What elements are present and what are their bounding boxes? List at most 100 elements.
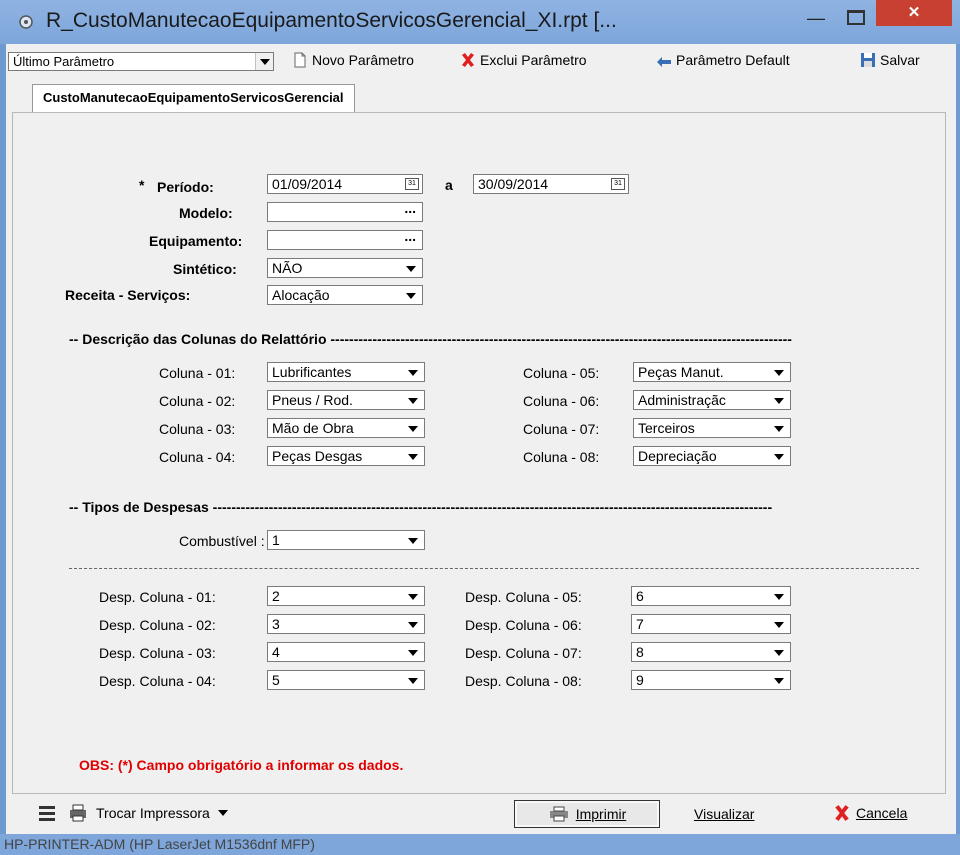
cancel-x-icon <box>835 805 849 821</box>
desp-coluna-03-label: Desp. Coluna - 03: <box>99 645 216 661</box>
combustivel-label: Combustível : <box>179 533 265 549</box>
parameter-select[interactable]: Último Parâmetro <box>8 52 274 71</box>
new-document-icon <box>294 52 306 68</box>
chevron-down-icon[interactable] <box>408 650 418 656</box>
desp-coluna-01-label: Desp. Coluna - 01: <box>99 589 216 605</box>
modelo-label: Modelo: <box>179 205 233 221</box>
modelo-field[interactable]: ... <box>267 200 423 222</box>
coluna-04-value: Peças Desgas <box>272 448 363 464</box>
despesas-section-header: -- Tipos de Despesas -------------------… <box>69 499 773 515</box>
coluna-01-select[interactable]: Lubrificantes <box>267 362 425 382</box>
app-icon <box>19 15 33 29</box>
delete-x-icon <box>462 53 474 67</box>
coluna-07-select[interactable]: Terceiros <box>633 418 791 438</box>
desp-coluna-08-label: Desp. Coluna - 08: <box>465 673 582 689</box>
chevron-down-icon[interactable] <box>774 398 784 404</box>
chevron-down-icon[interactable] <box>774 594 784 600</box>
desp-coluna-02-select[interactable]: 3 <box>267 614 425 634</box>
equipamento-field[interactable]: ... <box>267 228 423 250</box>
coluna-02-select[interactable]: Pneus / Rod. <box>267 390 425 410</box>
desp-coluna-06-label: Desp. Coluna - 06: <box>465 617 582 633</box>
chevron-down-icon[interactable] <box>408 370 418 376</box>
desp-coluna-04-value: 5 <box>272 672 280 688</box>
coluna-07-value: Terceiros <box>638 420 695 436</box>
receita-value: Alocação <box>272 287 330 303</box>
coluna-05-select[interactable]: Peças Manut. <box>633 362 791 382</box>
chevron-down-icon[interactable] <box>774 622 784 628</box>
coluna-05-value: Peças Manut. <box>638 364 724 380</box>
coluna-02-value: Pneus / Rod. <box>272 392 353 408</box>
calendar-icon[interactable]: 31 <box>405 178 419 190</box>
desp-coluna-01-value: 2 <box>272 588 280 604</box>
colunas-section-header: -- Descrição das Colunas do Relattório -… <box>69 331 792 347</box>
combustivel-select[interactable]: 1 <box>267 530 425 550</box>
exclui-parametro-button[interactable]: Exclui Parâmetro <box>460 52 587 68</box>
dialog-window: Último Parâmetro Novo Parâmetro Exclui P… <box>6 44 956 834</box>
calendar-icon[interactable]: 31 <box>611 178 625 190</box>
coluna-03-value: Mão de Obra <box>272 420 354 436</box>
chevron-down-icon[interactable] <box>408 426 418 432</box>
desp-coluna-05-select[interactable]: 6 <box>631 586 791 606</box>
desp-coluna-03-select[interactable]: 4 <box>267 642 425 662</box>
novo-parametro-button[interactable]: Novo Parâmetro <box>292 52 414 68</box>
desp-coluna-01-select[interactable]: 2 <box>267 586 425 606</box>
chevron-down-icon[interactable] <box>217 810 228 816</box>
chevron-down-icon[interactable] <box>406 293 416 299</box>
coluna-04-select[interactable]: Peças Desgas <box>267 446 425 466</box>
parametro-default-button[interactable]: Parâmetro Default <box>656 52 790 68</box>
desp-coluna-08-value: 9 <box>636 672 644 688</box>
cancela-button[interactable]: Cancela <box>832 804 907 822</box>
bottom-bar: Trocar Impressora Imprimir Visualizar Ca… <box>6 796 956 834</box>
chevron-down-icon[interactable] <box>255 53 273 70</box>
salvar-button[interactable]: Salvar <box>860 52 920 68</box>
minimize-button[interactable]: — <box>796 8 836 34</box>
chevron-down-icon[interactable] <box>408 622 418 628</box>
coluna-08-select[interactable]: Depreciação <box>633 446 791 466</box>
chevron-down-icon[interactable] <box>408 538 418 544</box>
desp-coluna-06-value: 7 <box>636 616 644 632</box>
maximize-icon <box>847 10 865 25</box>
sintetico-select[interactable]: NÃO <box>267 258 423 278</box>
periodo-label: Período: <box>157 179 214 195</box>
chevron-down-icon[interactable] <box>774 370 784 376</box>
visualizar-button[interactable]: Visualizar <box>694 806 754 822</box>
desp-coluna-06-select[interactable]: 7 <box>631 614 791 634</box>
maximize-button[interactable] <box>846 4 866 30</box>
equipamento-label: Equipamento: <box>149 233 243 249</box>
desp-coluna-05-label: Desp. Coluna - 05: <box>465 589 582 605</box>
chevron-down-icon[interactable] <box>774 678 784 684</box>
chevron-down-icon[interactable] <box>774 454 784 460</box>
browse-dots-icon[interactable]: ... <box>404 228 416 244</box>
coluna-04-label: Coluna - 04: <box>159 449 236 465</box>
periodo-end-field[interactable]: 30/09/2014 31 <box>473 174 629 194</box>
tab-report[interactable]: CustoManutecaoEquipamentoServicosGerenci… <box>32 84 355 113</box>
chevron-down-icon[interactable] <box>408 594 418 600</box>
close-button[interactable]: ✕ <box>876 0 952 26</box>
coluna-03-select[interactable]: Mão de Obra <box>267 418 425 438</box>
printer-swap-icon <box>70 804 86 822</box>
browse-dots-icon[interactable]: ... <box>404 200 416 216</box>
printer-setup-button[interactable] <box>38 804 58 822</box>
desp-coluna-04-select[interactable]: 5 <box>267 670 425 690</box>
periodo-start-field[interactable]: 01/09/2014 31 <box>267 174 423 194</box>
receita-label: Receita - Serviços: <box>65 287 191 303</box>
chevron-down-icon[interactable] <box>408 454 418 460</box>
obs-required-note: OBS: (*) Campo obrigatório a informar os… <box>79 757 404 773</box>
divider <box>69 568 919 569</box>
desp-coluna-07-label: Desp. Coluna - 07: <box>465 645 582 661</box>
coluna-06-label: Coluna - 06: <box>523 393 600 409</box>
receita-select[interactable]: Alocação <box>267 285 423 305</box>
periodo-start-value: 01/09/2014 <box>272 176 343 192</box>
trocar-impressora-button[interactable]: Trocar Impressora <box>68 804 228 822</box>
chevron-down-icon[interactable] <box>406 266 416 272</box>
parameter-select-value: Último Parâmetro <box>13 54 115 69</box>
chevron-down-icon[interactable] <box>774 426 784 432</box>
coluna-06-select[interactable]: Administraçãc <box>633 390 791 410</box>
chevron-down-icon[interactable] <box>774 650 784 656</box>
printer-icon <box>549 806 568 822</box>
imprimir-button[interactable]: Imprimir <box>514 800 660 828</box>
chevron-down-icon[interactable] <box>408 398 418 404</box>
chevron-down-icon[interactable] <box>408 678 418 684</box>
desp-coluna-07-select[interactable]: 8 <box>631 642 791 662</box>
desp-coluna-08-select[interactable]: 9 <box>631 670 791 690</box>
